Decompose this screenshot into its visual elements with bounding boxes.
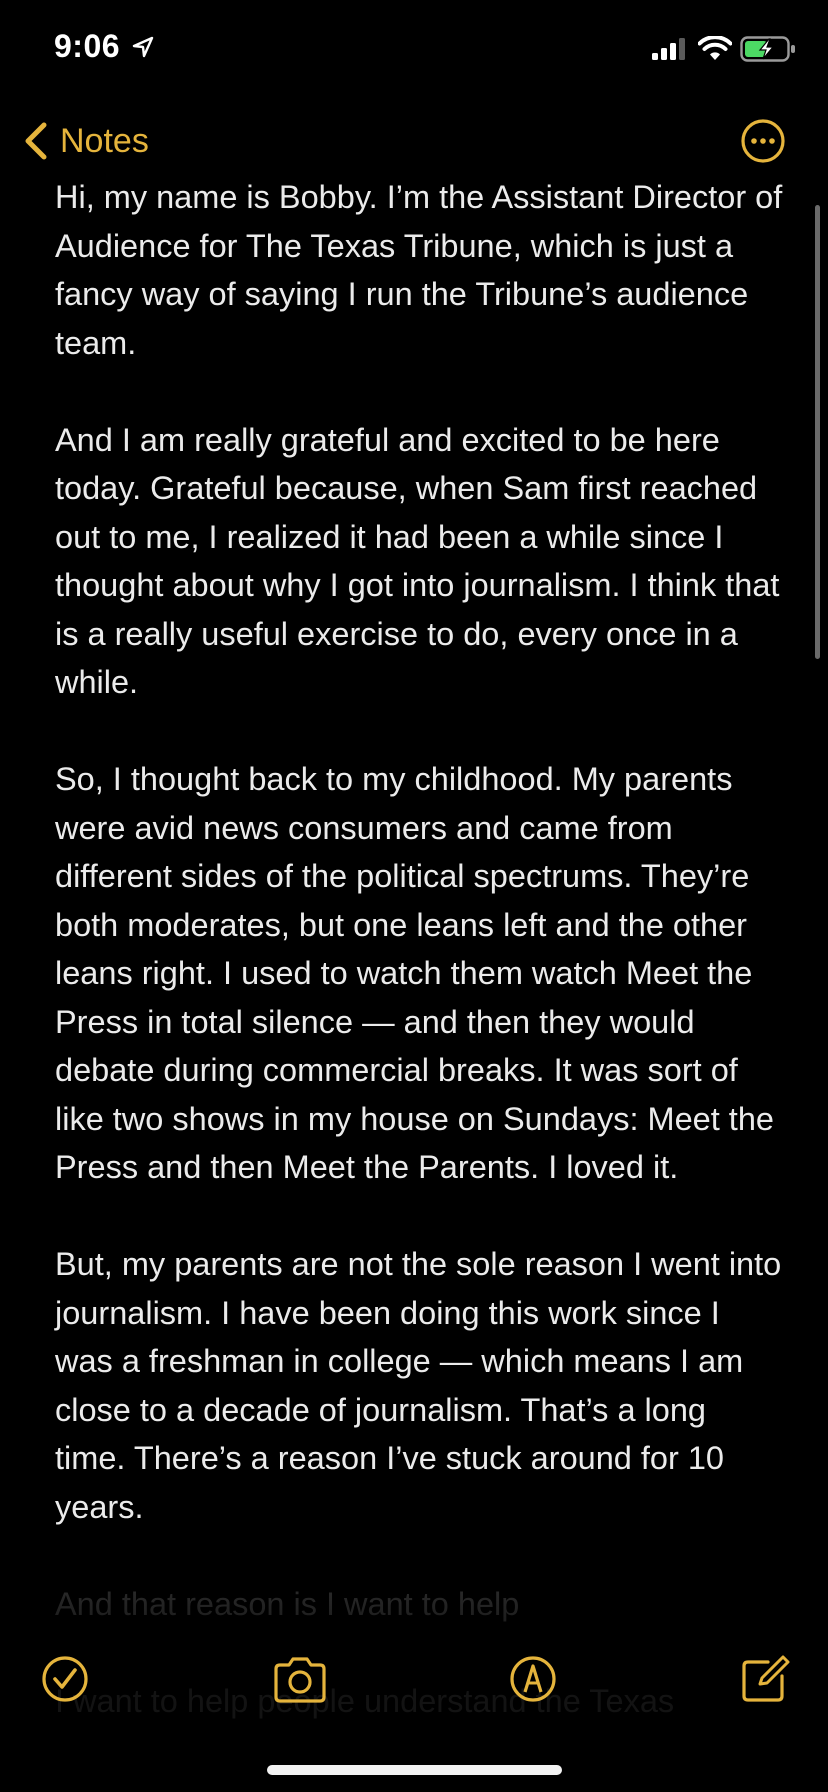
- location-arrow-icon: [132, 36, 154, 58]
- camera-icon[interactable]: [272, 1655, 328, 1705]
- wifi-icon: [698, 36, 732, 60]
- status-bar: 9:06: [0, 0, 828, 100]
- note-paragraph: Hi, my name is Bobby. I’m the Assistant …: [55, 179, 783, 361]
- note-paragraph: And I am really grateful and excited to …: [55, 421, 780, 701]
- note-body[interactable]: Hi, my name is Bobby. I’m the Assistant …: [55, 173, 785, 1774]
- note-paragraph: But, my parents are not the sole reason …: [55, 1246, 782, 1525]
- more-options-icon[interactable]: [740, 118, 786, 164]
- checklist-icon[interactable]: [40, 1654, 90, 1704]
- note-paragraph: So, I thought back to my childhood. My p…: [55, 761, 774, 1185]
- battery-charging-icon: [740, 36, 795, 62]
- back-to-notes-button[interactable]: Notes: [22, 118, 149, 164]
- scroll-indicator[interactable]: [815, 205, 820, 659]
- back-label: Notes: [60, 121, 149, 160]
- chevron-left-icon: [25, 122, 47, 160]
- compose-icon[interactable]: [738, 1652, 792, 1706]
- note-paragraph: I want to help people understand the Tex…: [55, 1682, 675, 1719]
- cellular-signal-icon: [652, 38, 685, 60]
- status-time: 9:06: [54, 28, 121, 64]
- markup-pen-icon[interactable]: [508, 1654, 558, 1704]
- home-indicator[interactable]: [267, 1765, 562, 1775]
- note-paragraph: And that reason is I want to help: [55, 1585, 520, 1622]
